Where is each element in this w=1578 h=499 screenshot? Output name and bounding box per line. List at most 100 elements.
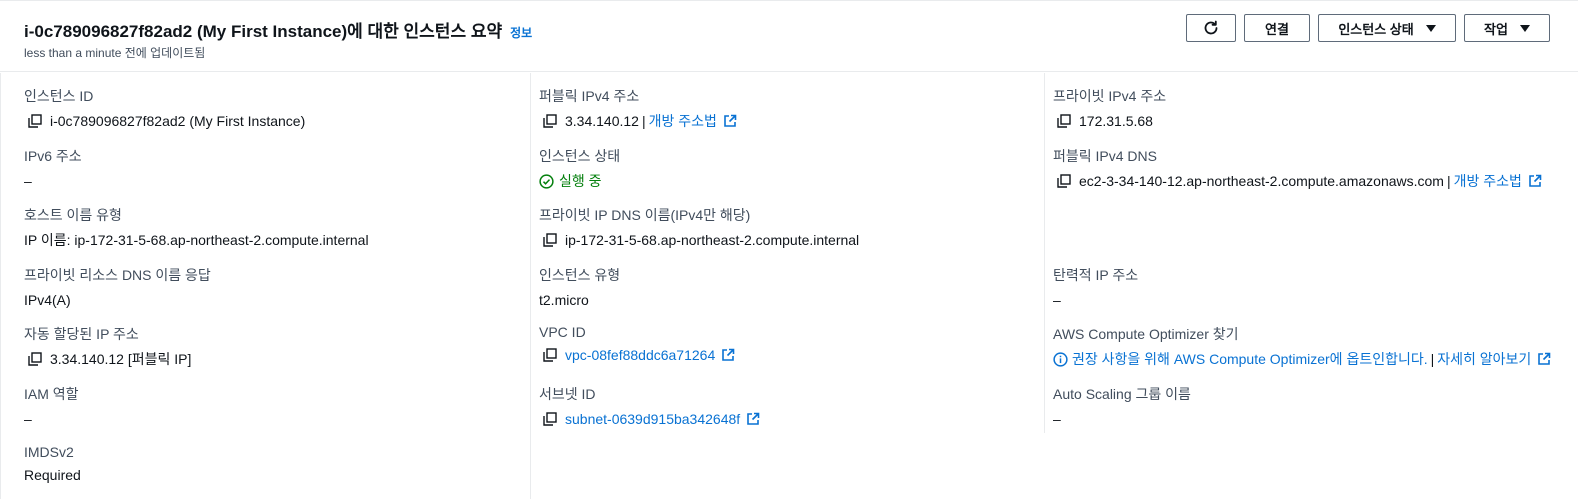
field-label: 인스턴스 ID: [24, 88, 94, 104]
imdsv2-value: Required: [24, 467, 81, 483]
copy-icon[interactable]: [543, 114, 557, 128]
caret-down-icon: [1425, 24, 1436, 32]
field-label: 퍼블릭 IPv4 주소: [539, 88, 640, 104]
refresh-button[interactable]: [1186, 14, 1236, 42]
vpc-id-link[interactable]: vpc-08fef88ddc6a71264: [565, 347, 715, 363]
asg-name-value: –: [1053, 411, 1061, 427]
title-row: i-0c789096827f82ad2 (My First Instance)에…: [24, 17, 532, 42]
info-icon: [1053, 351, 1068, 367]
connect-button[interactable]: 연결: [1244, 14, 1310, 42]
field-label: 자동 할당된 IP 주소: [24, 326, 139, 342]
field-elastic-ip: 탄력적 IP 주소 –: [1053, 265, 1138, 309]
details-columns: 인스턴스 ID i-0c789096827f82ad2 (My First In…: [0, 73, 1578, 499]
separator: |: [641, 113, 646, 129]
field-public-ipv4: 퍼블릭 IPv4 주소 3.34.140.12 | 개방 주소법: [539, 86, 737, 130]
field-label: 프라이빗 IPv4 주소: [1053, 88, 1167, 104]
ipv6-value: –: [24, 173, 32, 189]
private-ip-dns-value: ip-172-31-5-68.ap-northeast-2.compute.in…: [565, 232, 860, 248]
external-link-icon[interactable]: [746, 412, 760, 426]
field-value: i-0c789096827f82ad2 (My First Instance): [24, 112, 305, 130]
field-private-ipv4: 프라이빗 IPv4 주소 172.31.5.68: [1053, 86, 1166, 130]
details-column-1: 인스턴스 ID i-0c789096827f82ad2 (My First In…: [0, 73, 530, 499]
field-label: 인스턴스 상태: [539, 148, 621, 164]
copy-icon[interactable]: [1057, 114, 1071, 128]
field-label: 호스트 이름 유형: [24, 207, 122, 223]
field-label: 탄력적 IP 주소: [1053, 267, 1139, 283]
details-column-3: 프라이빗 IPv4 주소 172.31.5.68 퍼블릭 IPv4 DNS ec…: [1044, 73, 1578, 433]
public-dns-value: ec2-3-34-140-12.ap-northeast-2.compute.a…: [1079, 173, 1444, 189]
actions-dropdown[interactable]: 작업: [1464, 14, 1550, 42]
field-ipv6: IPv6 주소 –: [24, 146, 82, 190]
details-column-2: 퍼블릭 IPv4 주소 3.34.140.12 | 개방 주소법 인스턴스 상태…: [530, 73, 1044, 499]
last-updated-text: less than a minute 전에 업데이트됨: [24, 46, 206, 60]
field-label: IPv6 주소: [24, 148, 82, 164]
field-value: 권장 사항을 위해 AWS Compute Optimizer에 옵트인합니다.…: [1053, 350, 1551, 368]
subnet-id-link[interactable]: subnet-0639d915ba342648f: [565, 411, 740, 427]
field-instance-id: 인스턴스 ID i-0c789096827f82ad2 (My First In…: [24, 86, 305, 130]
field-label: 인스턴스 유형: [539, 267, 621, 283]
field-value: 3.34.140.12 [퍼블릭 IP]: [24, 350, 191, 368]
copy-icon[interactable]: [543, 348, 557, 362]
field-label: 프라이빗 IP DNS 이름(IPv4만 해당): [539, 207, 751, 223]
field-iam-role: IAM 역할 –: [24, 384, 79, 428]
field-public-dns: 퍼블릭 IPv4 DNS ec2-3-34-140-12.ap-northeas…: [1053, 146, 1542, 190]
instance-type-value: t2.micro: [539, 292, 589, 308]
field-value: 172.31.5.68: [1053, 112, 1166, 130]
elastic-ip-value: –: [1053, 292, 1061, 308]
field-subnet-id: 서브넷 ID subnet-0639d915ba342648f: [539, 384, 760, 428]
instance-state-dropdown[interactable]: 인스턴스 상태: [1318, 14, 1456, 42]
open-address-link[interactable]: 개방 주소법: [1454, 171, 1522, 191]
connect-button-label: 연결: [1265, 21, 1289, 37]
external-link-icon[interactable]: [723, 114, 737, 128]
copy-icon[interactable]: [1057, 174, 1071, 188]
check-circle-icon: [539, 173, 554, 189]
field-auto-ip: 자동 할당된 IP 주소 3.34.140.12 [퍼블릭 IP]: [24, 324, 191, 368]
instance-state-value: 실행 중: [559, 173, 602, 189]
field-value: 3.34.140.12 | 개방 주소법: [539, 112, 737, 130]
field-private-dns-answer: 프라이빗 리소스 DNS 이름 응답 IPv4(A): [24, 265, 211, 309]
open-address-link[interactable]: 개방 주소법: [649, 111, 717, 131]
hostname-type-value: IP 이름: ip-172-31-5-68.ap-northeast-2.com…: [24, 232, 369, 248]
field-instance-state: 인스턴스 상태 실행 중: [539, 146, 620, 190]
field-value: subnet-0639d915ba342648f: [539, 410, 760, 428]
field-label: 서브넷 ID: [539, 386, 596, 402]
public-ipv4-value: 3.34.140.12: [565, 113, 639, 129]
field-compute-optimizer: AWS Compute Optimizer 찾기 권장 사항을 위해 AWS C…: [1053, 324, 1551, 368]
instance-state-dropdown-label: 인스턴스 상태: [1338, 21, 1414, 37]
copy-icon[interactable]: [543, 412, 557, 426]
field-label: 퍼블릭 IPv4 DNS: [1053, 148, 1157, 164]
page-title: i-0c789096827f82ad2 (My First Instance)에…: [24, 22, 503, 41]
field-label: IMDSv2: [24, 444, 74, 460]
field-imdsv2: IMDSv2 Required: [24, 444, 81, 484]
summary-header: i-0c789096827f82ad2 (My First Instance)에…: [0, 0, 1578, 72]
iam-role-value: –: [24, 411, 32, 427]
optimizer-opt-in-link[interactable]: 권장 사항을 위해 AWS Compute Optimizer에 옵트인합니다.: [1072, 349, 1428, 369]
instance-summary-panel: i-0c789096827f82ad2 (My First Instance)에…: [0, 0, 1578, 499]
field-label: AWS Compute Optimizer 찾기: [1053, 326, 1239, 342]
info-link[interactable]: 정보: [510, 24, 532, 41]
copy-icon[interactable]: [28, 114, 42, 128]
field-vpc-id: VPC ID vpc-08fef88ddc6a71264: [539, 324, 735, 364]
private-ipv4-value: 172.31.5.68: [1079, 113, 1153, 129]
field-label: 프라이빗 리소스 DNS 이름 응답: [24, 267, 211, 283]
field-instance-type: 인스턴스 유형 t2.micro: [539, 265, 620, 309]
copy-icon[interactable]: [543, 233, 557, 247]
actions-dropdown-label: 작업: [1484, 21, 1508, 37]
external-link-icon[interactable]: [1528, 174, 1542, 188]
auto-ip-value: 3.34.140.12 [퍼블릭 IP]: [50, 351, 192, 367]
external-link-icon[interactable]: [721, 348, 735, 362]
field-value: ec2-3-34-140-12.ap-northeast-2.compute.a…: [1053, 172, 1542, 190]
separator: |: [1430, 351, 1435, 367]
header-actions: 연결 인스턴스 상태 작업: [1186, 14, 1550, 42]
field-label: VPC ID: [539, 324, 586, 340]
separator: |: [1446, 173, 1451, 189]
field-hostname-type: 호스트 이름 유형 IP 이름: ip-172-31-5-68.ap-north…: [24, 205, 369, 249]
learn-more-link[interactable]: 자세히 알아보기: [1437, 349, 1531, 369]
private-dns-answer-value: IPv4(A): [24, 292, 71, 308]
copy-icon[interactable]: [28, 352, 42, 366]
field-asg-name: Auto Scaling 그룹 이름 –: [1053, 384, 1191, 428]
instance-state-status: 실행 중: [539, 172, 620, 190]
caret-down-icon: [1519, 24, 1530, 32]
field-label: IAM 역할: [24, 386, 79, 402]
external-link-icon[interactable]: [1537, 352, 1551, 366]
